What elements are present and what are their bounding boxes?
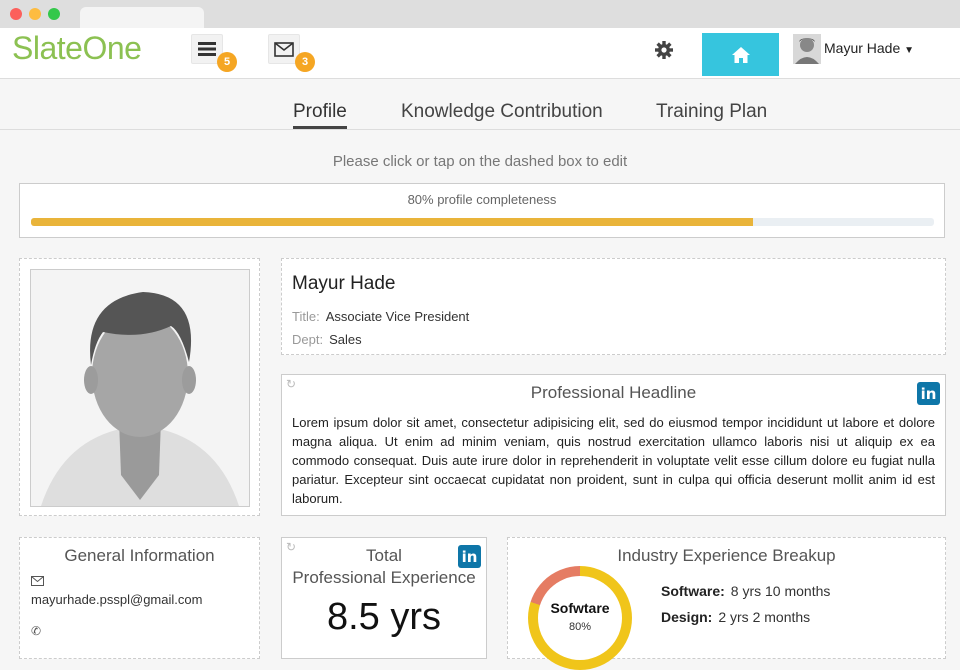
tab-knowledge-contribution[interactable]: Knowledge Contribution xyxy=(401,101,603,123)
tab-training-plan[interactable]: Training Plan xyxy=(656,101,767,123)
total-experience-panel[interactable]: ↻ in Total Professional Experience 8.5 y… xyxy=(281,537,487,659)
user-menu[interactable]: Mayur Hade ▼ xyxy=(824,40,914,56)
gear-icon[interactable] xyxy=(654,40,674,60)
title-value: Associate Vice President xyxy=(325,309,470,324)
user-avatar-icon xyxy=(793,34,821,64)
profile-photo-panel[interactable] xyxy=(19,258,260,516)
hamburger-menu-icon xyxy=(198,42,216,56)
progress-label: 80% profile completeness xyxy=(407,192,557,207)
industry-experience-panel[interactable]: Industry Experience Breakup Sofwtare 80%… xyxy=(507,537,946,670)
linkedin-icon[interactable]: in xyxy=(917,382,940,405)
user-avatar[interactable] xyxy=(793,34,821,64)
industry-row-design: Design: 2 yrs 2 months xyxy=(661,609,810,625)
profile-completeness-panel: 80% profile completeness xyxy=(19,183,945,238)
industry-row-software: Software: 8 yrs 10 months xyxy=(661,583,830,599)
experience-title-line2: Professional Experience xyxy=(292,568,476,587)
experience-value: 8.5 yrs xyxy=(326,596,442,638)
donut-percent: 80% xyxy=(568,621,592,633)
minimize-window-icon[interactable] xyxy=(29,8,41,20)
user-name: Mayur Hade xyxy=(824,40,901,56)
email-icon xyxy=(31,574,44,589)
profile-tabs: Profile Knowledge Contribution Training … xyxy=(0,79,960,130)
general-information-panel[interactable]: General Information mayurhade.psspl@gmai… xyxy=(19,537,260,659)
industry-title: Industry Experience Breakup xyxy=(617,546,836,565)
progress-fill xyxy=(31,218,754,226)
general-info-title: General Information xyxy=(64,546,215,565)
profile-silhouette-icon xyxy=(31,270,249,506)
donut-label: Sofwtare xyxy=(550,600,610,616)
dept-field: Dept: Sales xyxy=(292,332,362,347)
experience-title-line1: Total xyxy=(366,546,402,565)
industry-row-label: Design: xyxy=(661,609,713,625)
donut-center: Sofwtare 80% xyxy=(538,576,622,660)
tab-profile[interactable]: Profile xyxy=(293,101,347,129)
menu-count-badge: 5 xyxy=(217,52,237,72)
industry-row-value: 8 yrs 10 months xyxy=(730,583,831,599)
professional-headline-panel[interactable]: ↻ Professional Headline in Lorem ipsum d… xyxy=(281,374,946,516)
browser-chrome xyxy=(0,0,960,28)
dept-value: Sales xyxy=(329,332,362,347)
profile-photo[interactable] xyxy=(30,269,250,507)
title-label: Title: xyxy=(292,309,320,324)
industry-row-label: Software: xyxy=(661,583,725,599)
email-value[interactable]: mayurhade.psspl@gmail.com xyxy=(31,592,202,607)
headline-title: Professional Headline xyxy=(530,383,697,402)
messages-count-badge: 3 xyxy=(295,52,315,72)
profile-name: Mayur Hade xyxy=(292,273,396,294)
envelope-icon xyxy=(274,41,294,57)
industry-donut-chart: Sofwtare 80% xyxy=(528,566,632,670)
browser-tab[interactable] xyxy=(80,7,204,28)
profile-summary-panel[interactable]: Mayur Hade Title: Associate Vice Presiden… xyxy=(281,258,946,355)
headline-text: Lorem ipsum dolor sit amet, consectetur … xyxy=(292,415,935,506)
phone-icon: ✆ xyxy=(31,624,42,638)
dept-label: Dept: xyxy=(292,332,324,347)
top-navbar: SlateOne 5 3 Mayur Hade ▼ xyxy=(0,28,960,79)
close-window-icon[interactable] xyxy=(10,8,22,20)
caret-down-icon: ▼ xyxy=(904,45,915,56)
title-field: Title: Associate Vice President xyxy=(292,309,469,324)
maximize-window-icon[interactable] xyxy=(48,8,60,20)
progress-bar xyxy=(31,218,934,226)
home-icon xyxy=(731,46,750,63)
home-button[interactable] xyxy=(702,33,779,76)
app-logo[interactable]: SlateOne xyxy=(12,30,142,67)
industry-row-value: 2 yrs 2 months xyxy=(718,609,811,625)
edit-hint: Please click or tap on the dashed box to… xyxy=(332,153,628,170)
